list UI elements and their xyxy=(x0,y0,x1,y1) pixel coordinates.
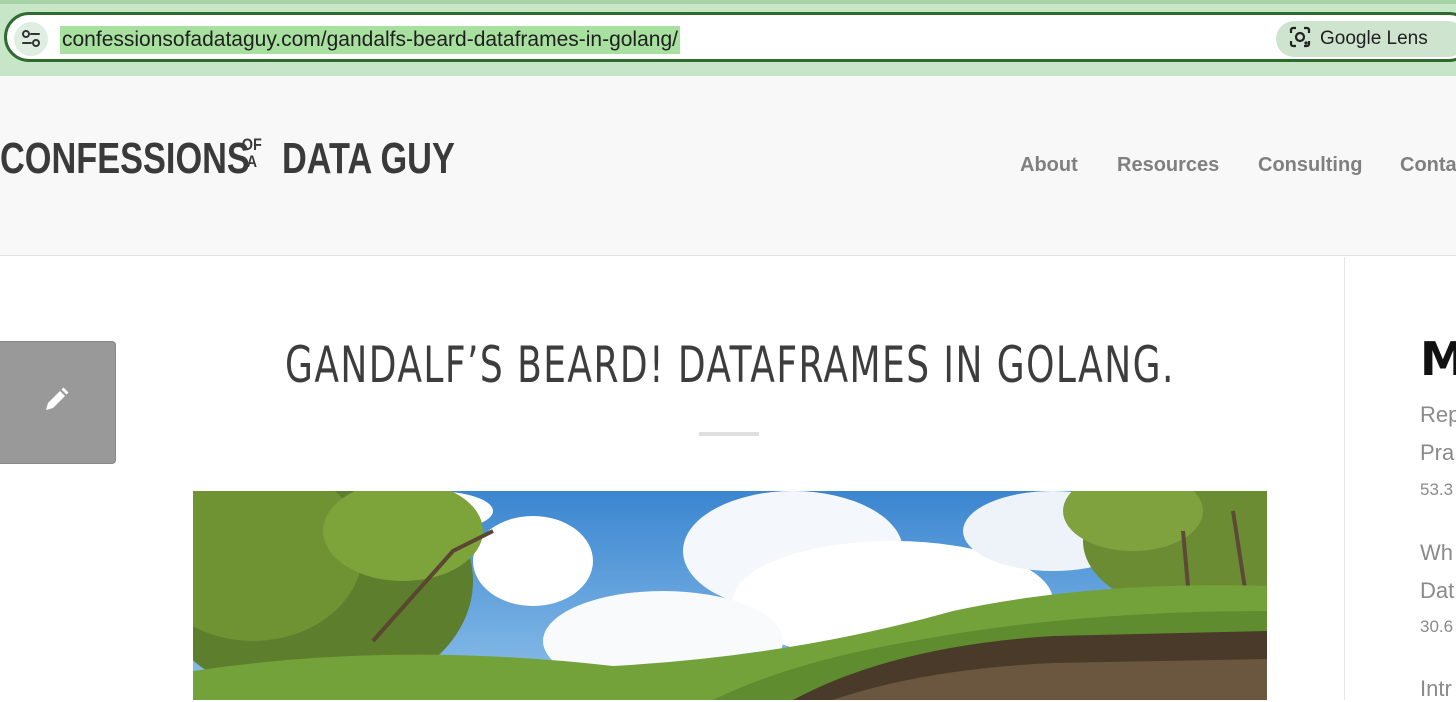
post-title-text: GANDALF’S BEARD! DATAFRAMES IN GOLANG. xyxy=(285,336,1175,394)
nav-contact[interactable]: Conta xyxy=(1400,154,1456,180)
sidebar-divider xyxy=(1344,257,1345,700)
logo-of: OF xyxy=(241,135,262,154)
logo-a: A xyxy=(246,152,258,171)
sidebar-heading: MC xyxy=(1420,332,1456,386)
featured-image[interactable] xyxy=(193,491,1267,700)
sidebar-item-2-meta: 30.6 xyxy=(1420,617,1454,636)
tune-icon[interactable] xyxy=(14,22,48,56)
title-divider xyxy=(699,432,759,436)
logo-text-left: CONFESSIONS xyxy=(0,134,250,183)
nav-about[interactable]: About xyxy=(1020,154,1078,180)
nav-consulting[interactable]: Consulting xyxy=(1258,154,1362,180)
logo-of-a: OF A xyxy=(242,136,262,170)
nav-resources[interactable]: Resources xyxy=(1117,154,1219,180)
sidebar-item-3-line1[interactable]: Intr xyxy=(1420,676,1452,702)
google-lens-icon xyxy=(1288,25,1312,54)
sidebar-item-1-line1[interactable]: Rep xyxy=(1420,402,1456,428)
sidebar-item-1-line2[interactable]: Pra xyxy=(1420,440,1454,466)
sidebar-item-1-meta: 53.3 xyxy=(1420,480,1454,499)
toolbar-top-edge xyxy=(0,0,1456,4)
browser-toolbar: confessionsofadataguy.com/gandalfs-beard… xyxy=(0,0,1456,76)
site-logo[interactable]: CONFESSIONS OF A DATA GUY xyxy=(0,134,455,183)
url-text[interactable]: confessionsofadataguy.com/gandalfs-beard… xyxy=(60,26,680,54)
sidebar-item-2-line2[interactable]: Dat xyxy=(1420,578,1454,604)
google-lens-button[interactable]: Google Lens xyxy=(1276,21,1456,57)
sidebar-item-2-line1[interactable]: Wh xyxy=(1420,540,1453,566)
google-lens-label: Google Lens xyxy=(1320,28,1428,49)
logo-text-right: DATA GUY xyxy=(282,134,455,183)
post-title: GANDALF’S BEARD! DATAFRAMES IN GOLANG. xyxy=(0,336,1456,394)
